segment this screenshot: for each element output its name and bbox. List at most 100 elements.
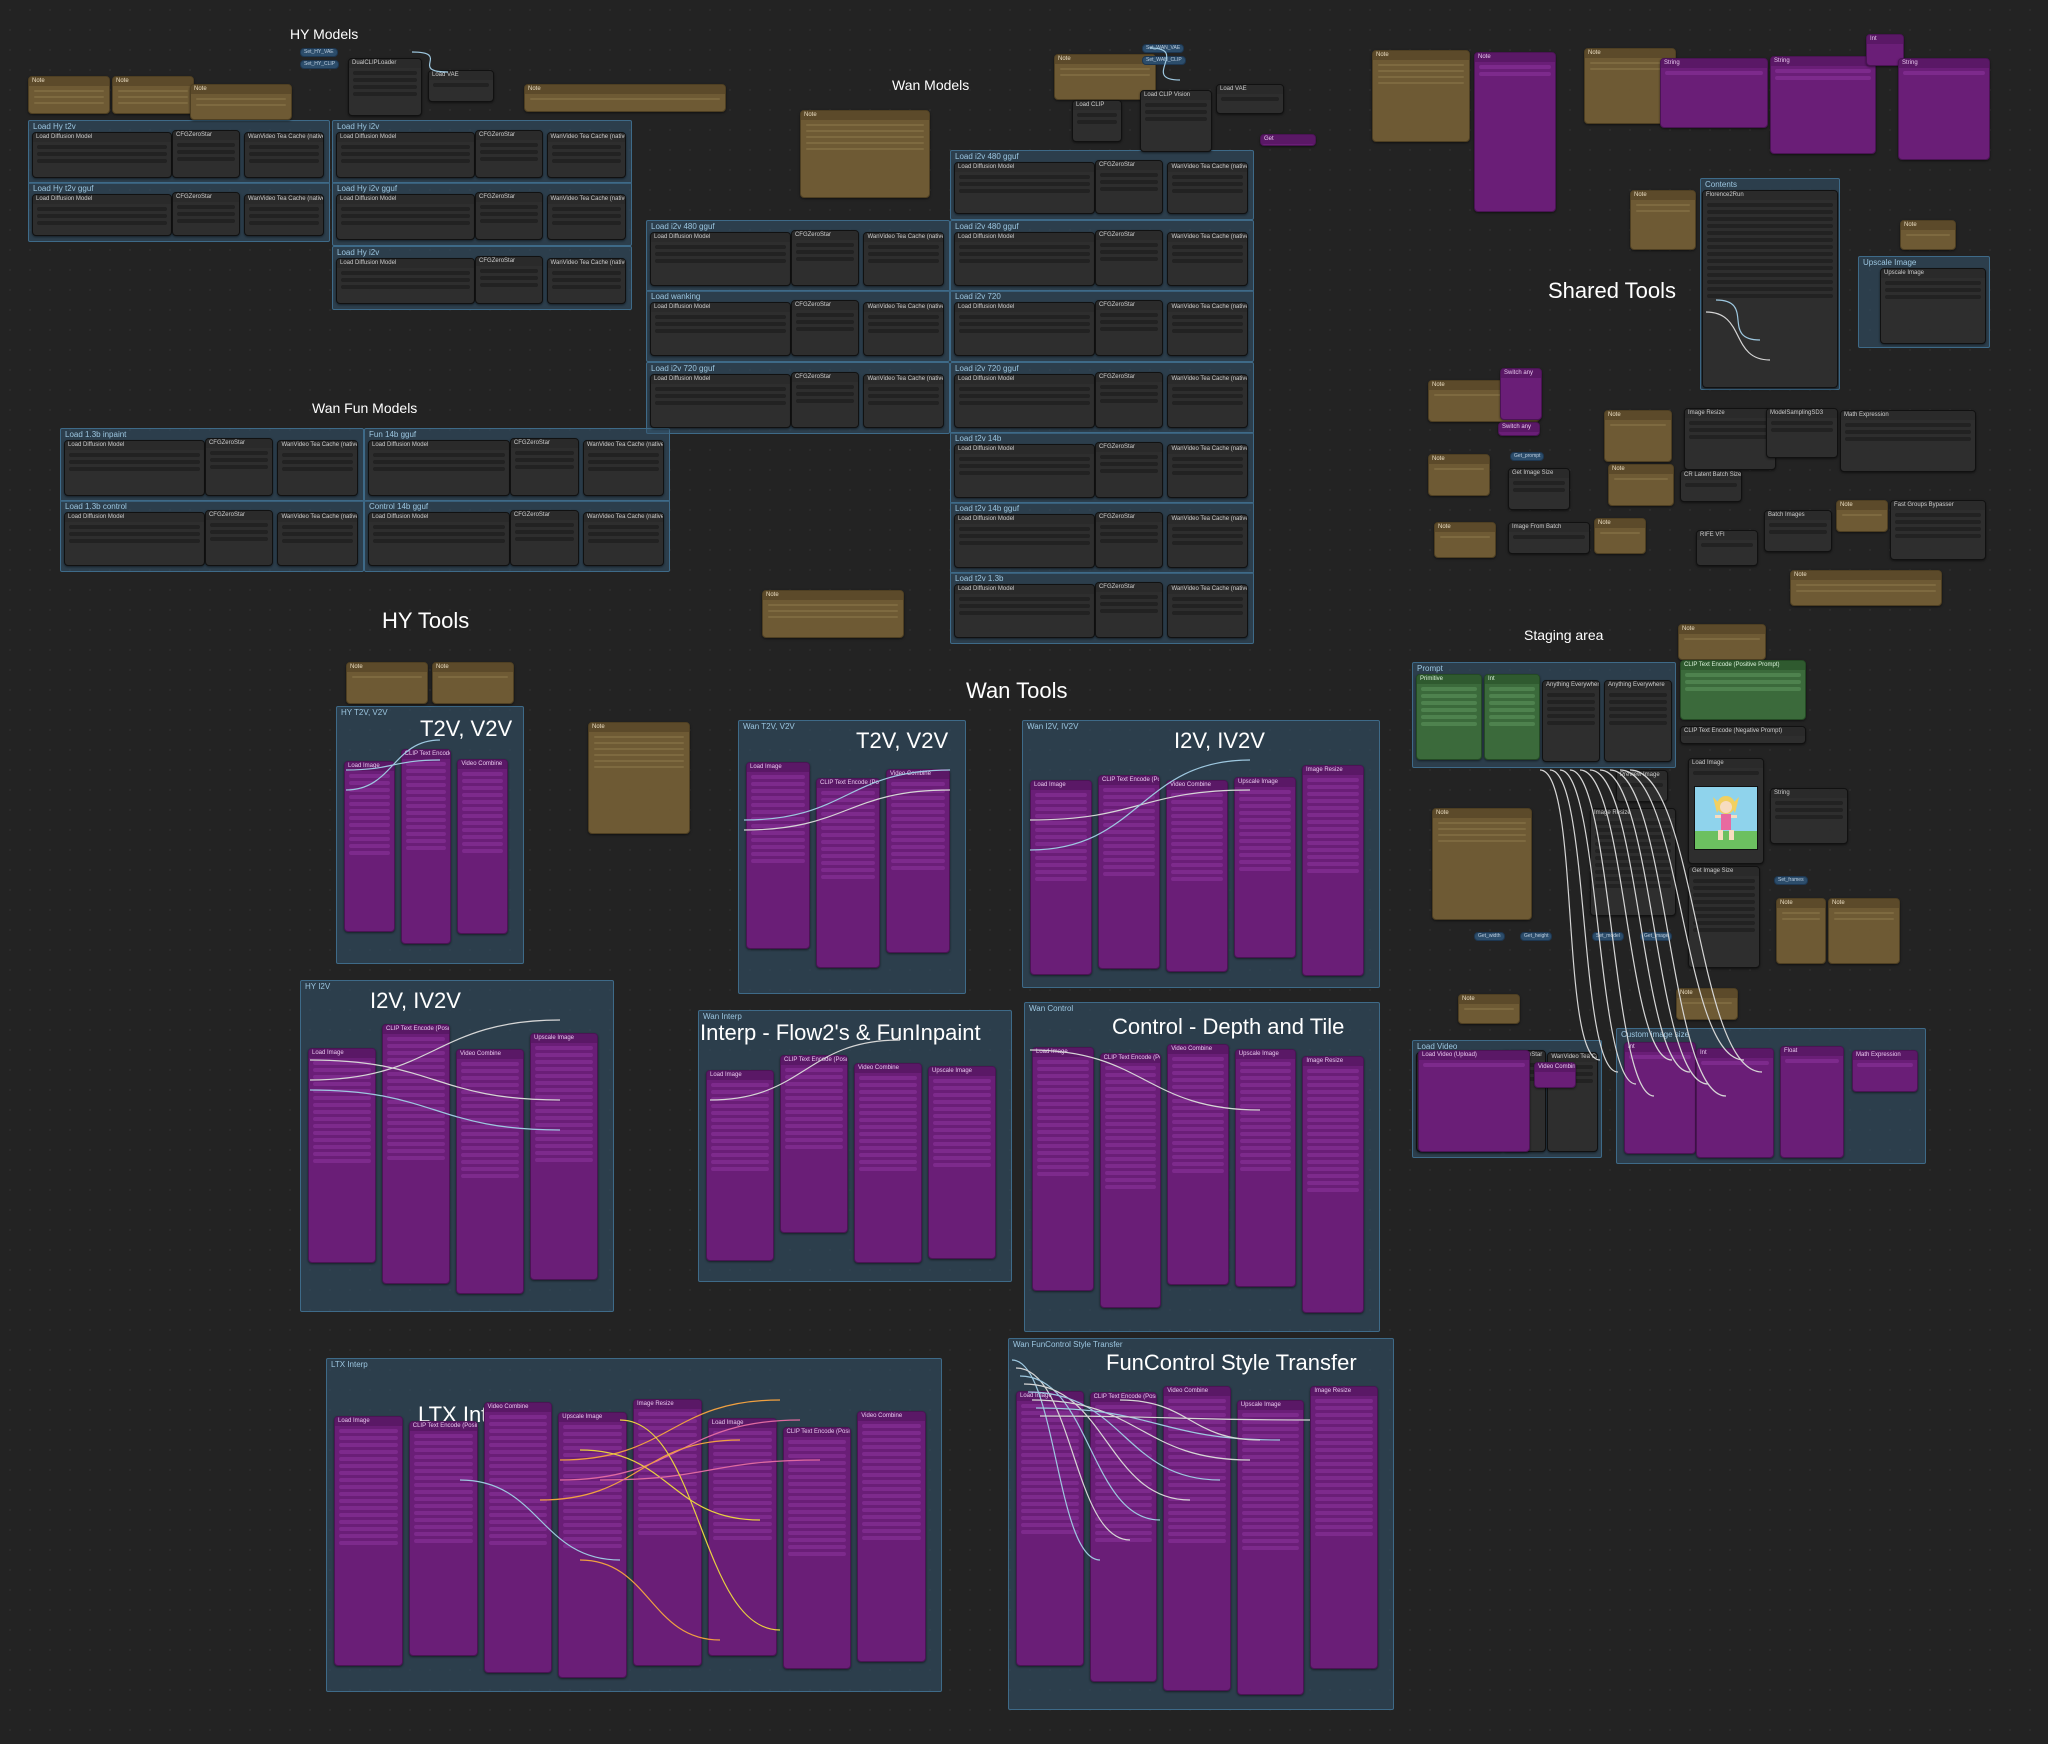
model-loader-node[interactable]: CFGZeroStar: [475, 256, 543, 304]
model-loader-node[interactable]: CFGZeroStar: [509, 438, 579, 496]
model-loader-node[interactable]: CFGZeroStar: [509, 510, 579, 566]
load-vae-node[interactable]: Load VAE: [428, 70, 494, 102]
bypassed-node[interactable]: Image Resize: [633, 1399, 702, 1666]
set-node-pill[interactable]: Set_HY_VAE: [300, 48, 338, 57]
model-loader-node[interactable]: Load Diffusion Model: [650, 232, 791, 286]
bypassed-node[interactable]: Load Image: [746, 762, 810, 949]
set-node-pill[interactable]: Set_WAN_CLIP: [1142, 56, 1186, 65]
get-image-size-node[interactable]: Get Image Size: [1508, 468, 1570, 510]
model-loader-node[interactable]: CFGZeroStar: [1094, 512, 1164, 568]
note-node[interactable]: Note: [800, 110, 930, 198]
model-loader-node[interactable]: CFGZeroStar: [1094, 230, 1164, 286]
bypassed-node[interactable]: Upscale Image: [558, 1411, 627, 1679]
bypassed-node[interactable]: Video Combine: [1167, 1044, 1229, 1285]
model-loader-node[interactable]: WanVideo Tea Cache (native): [1167, 232, 1248, 286]
model-loader-node[interactable]: Load Diffusion Model: [954, 374, 1095, 428]
model-loader-node[interactable]: Load Diffusion Model: [954, 302, 1095, 356]
preview-node[interactable]: Preview Image: [1616, 770, 1668, 802]
model-loader-node[interactable]: Load Diffusion Model: [32, 194, 172, 236]
note-node[interactable]: Note: [1678, 624, 1766, 660]
model-loader-node[interactable]: Load Diffusion Model: [64, 440, 205, 496]
bypassed-node[interactable]: Upscale Image: [1234, 1049, 1297, 1287]
note-node[interactable]: Note: [432, 662, 514, 704]
model-loader-node[interactable]: WanVideo Tea Cache (native): [277, 440, 358, 496]
bypassed-node[interactable]: CLIP Text Encode (Positive Prompt): [408, 1420, 478, 1656]
note-node[interactable]: Note: [1836, 500, 1888, 532]
get-node-pill[interactable]: Get_height: [1520, 932, 1553, 941]
model-loader-node[interactable]: WanVideo Tea Cache (native): [1167, 302, 1248, 356]
set-node-pill[interactable]: Set_frames: [1774, 876, 1808, 885]
note-node[interactable]: Note: [762, 590, 904, 638]
note-node[interactable]: Note: [1630, 190, 1696, 250]
load-clip-node[interactable]: Load CLIP: [1072, 100, 1122, 142]
bypassed-node[interactable]: CLIP Text Encode (Positive Prompt): [1089, 1391, 1158, 1683]
model-loader-node[interactable]: CFGZeroStar: [1094, 442, 1164, 498]
bypassed-node[interactable]: Video Combine: [857, 1411, 926, 1663]
note-node[interactable]: Note: [112, 76, 194, 114]
clip-text-positive-node[interactable]: CLIP Text Encode (Positive Prompt): [1680, 660, 1806, 720]
bypassed-node[interactable]: CLIP Text Encode (Positive Prompt): [400, 749, 452, 945]
bypassed-node[interactable]: CLIP Text Encode (Positive Prompt): [1098, 774, 1160, 969]
model-loader-node[interactable]: CFGZeroStar: [475, 192, 543, 240]
set-node-pill[interactable]: Set_WAN_VAE: [1142, 44, 1185, 53]
model-loader-node[interactable]: CFGZeroStar: [1094, 582, 1164, 638]
dual-clip-loader-node[interactable]: DualCLIPLoader: [348, 58, 422, 116]
bypassed-node[interactable]: Image Resize: [1302, 765, 1364, 976]
model-loader-node[interactable]: Load Diffusion Model: [954, 232, 1095, 286]
bypassed-node[interactable]: Upscale Image: [530, 1032, 598, 1280]
bypassed-node[interactable]: Upscale Image: [1234, 776, 1296, 959]
load-vae-node[interactable]: Load VAE: [1216, 84, 1284, 114]
clip-vision-node[interactable]: Load CLIP Vision: [1140, 90, 1212, 152]
set-node-pill[interactable]: Set_HY_CLIP: [300, 60, 340, 69]
model-loader-node[interactable]: Load Diffusion Model: [954, 162, 1095, 214]
bypassed-node[interactable]: CLIP Text Encode (Positive Prompt): [816, 777, 880, 968]
fast-groups-bypasser-node[interactable]: Fast Groups Bypasser: [1890, 500, 1986, 560]
note-node[interactable]: Note: [1828, 898, 1900, 964]
bypassed-node[interactable]: String: [1898, 58, 1990, 160]
note-node[interactable]: Note: [1790, 570, 1942, 606]
get-node-pill[interactable]: Get_prompt: [1510, 452, 1545, 461]
model-loader-node[interactable]: WanVideo Tea Cache (native): [582, 512, 664, 566]
image-batch-node[interactable]: Batch Images: [1764, 510, 1832, 552]
bypassed-node[interactable]: Video Combine: [457, 759, 508, 934]
model-loader-node[interactable]: Load Diffusion Model: [650, 374, 791, 428]
bypassed-node[interactable]: Get: [1260, 134, 1316, 146]
model-loader-node[interactable]: WanVideo Tea Cache (native): [244, 132, 324, 178]
note-node[interactable]: Note: [1432, 808, 1532, 920]
model-loader-node[interactable]: CFGZeroStar: [475, 130, 543, 178]
node-graph-canvas[interactable]: Load Hy t2v Load Hy t2v gguf Load Hy i2v…: [0, 0, 2048, 1744]
bypassed-node[interactable]: String: [1770, 56, 1876, 154]
model-loader-node[interactable]: CFGZeroStar: [1094, 160, 1164, 214]
model-loader-node[interactable]: CFGZeroStar: [172, 192, 240, 236]
bypassed-node[interactable]: Switch any: [1498, 422, 1540, 436]
bypassed-node[interactable]: String: [1660, 58, 1768, 128]
florence-node[interactable]: Florence2Run: [1702, 190, 1838, 388]
model-loader-node[interactable]: WanVideo Tea Cache (native): [863, 302, 944, 356]
get-image-size-node[interactable]: Get Image Size: [1688, 866, 1760, 968]
set-node-pill[interactable]: Set_model: [1592, 932, 1624, 941]
clip-text-negative-node[interactable]: CLIP Text Encode (Negative Prompt): [1680, 726, 1806, 744]
bypassed-node[interactable]: Upscale Image: [1236, 1400, 1305, 1695]
bypassed-node[interactable]: Load Image: [1032, 1046, 1094, 1292]
bypassed-node[interactable]: Image Resize: [1310, 1386, 1378, 1670]
bypassed-node[interactable]: Video Combine: [1166, 780, 1228, 972]
math-node[interactable]: Math Expression: [1852, 1050, 1918, 1092]
note-node[interactable]: Note: [1428, 454, 1490, 496]
note-node[interactable]: Note: [1458, 994, 1520, 1024]
load-video-node[interactable]: Load Video (Upload): [1418, 1050, 1530, 1152]
cr-latent-node[interactable]: CR Latent Batch Size: [1680, 470, 1742, 502]
prompt-positive-node[interactable]: Primitive: [1416, 674, 1482, 760]
note-node[interactable]: Note: [1434, 522, 1496, 558]
model-loader-node[interactable]: WanVideo Tea Cache (native): [863, 374, 944, 428]
bypassed-node[interactable]: Upscale Image: [928, 1066, 996, 1259]
bypassed-node[interactable]: CLIP Text Encode (Positive Prompt): [1099, 1052, 1162, 1308]
model-loader-node[interactable]: WanVideo Tea Cache (native): [1167, 162, 1248, 214]
bypassed-node[interactable]: Video Combine: [854, 1063, 922, 1263]
model-loader-node[interactable]: CFGZeroStar: [204, 438, 274, 496]
bypassed-node[interactable]: Load Image: [706, 1070, 774, 1261]
bypassed-node[interactable]: Load Image: [1030, 779, 1092, 975]
bypassed-node[interactable]: Load Image: [308, 1048, 376, 1264]
rife-node[interactable]: RIFE VFI: [1696, 530, 1758, 566]
bypassed-node[interactable]: Note: [1474, 52, 1556, 212]
upscale-image-node[interactable]: Upscale Image: [1880, 268, 1986, 344]
